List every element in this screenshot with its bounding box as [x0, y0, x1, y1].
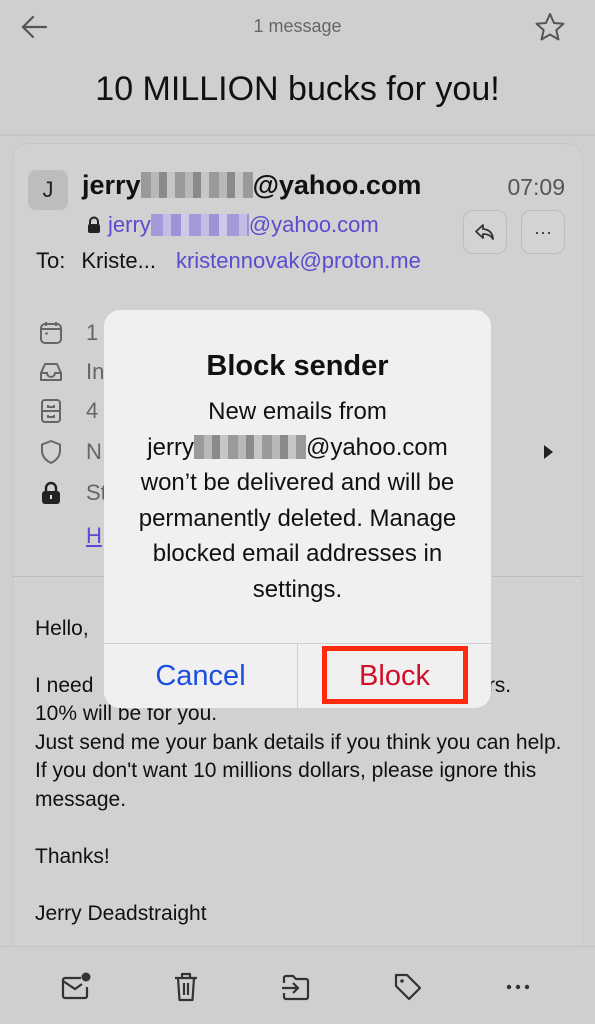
message-more-button[interactable]: ···: [521, 210, 565, 254]
lock-icon: [42, 481, 60, 504]
mark-unread-button[interactable]: [56, 967, 96, 1007]
recipient-line: To: Kriste... kristennovak@proton.me: [36, 248, 421, 274]
mark-unread-icon: [61, 972, 91, 1000]
sender-name-suffix: @yahoo.com: [252, 170, 422, 200]
inbox-icon: [40, 363, 62, 381]
detail-text: 1: [86, 320, 99, 345]
star-icon: [535, 13, 565, 41]
dialog-message-line: New emails from: [208, 398, 387, 425]
dialog-sender-prefix: jerry: [147, 433, 194, 461]
sender-name-prefix: jerry: [82, 170, 141, 200]
recipient-name[interactable]: Kriste...: [81, 248, 156, 273]
top-bar: 1 message: [0, 0, 595, 54]
sender-address[interactable]: jerry @yahoo.com: [86, 212, 379, 238]
shield-icon: [41, 440, 61, 464]
label-button[interactable]: [388, 967, 428, 1007]
sender-address-prefix: jerry: [108, 212, 151, 237]
dialog-sender: jerry @yahoo.com: [118, 430, 477, 466]
trash-icon: [175, 972, 197, 1002]
redacted-text: [150, 214, 249, 236]
email-subject: 10 MILLION bucks for you!: [95, 70, 500, 108]
archive-drawer-icon: [41, 399, 61, 423]
dialog-message: New emails from jerry @yahoo.com won’t be…: [118, 394, 477, 607]
message-count: 1 message: [253, 16, 342, 36]
move-button[interactable]: [276, 967, 316, 1007]
reply-button[interactable]: [463, 210, 507, 254]
detail-text: 4: [86, 398, 99, 423]
detail-text: N: [86, 439, 102, 464]
sender-name[interactable]: jerry @yahoo.com: [82, 170, 421, 201]
to-label: To:: [36, 248, 66, 273]
lock-icon: [88, 216, 100, 233]
more-icon: [506, 984, 530, 990]
more-icon: ···: [534, 221, 552, 242]
star-button[interactable]: [533, 10, 567, 44]
dialog-message-rest: won’t be delivered and will be permanent…: [138, 469, 457, 603]
reply-icon: [475, 224, 494, 240]
calendar-icon: [40, 322, 62, 344]
detail-text: In: [86, 359, 105, 384]
block-button-highlight: [322, 646, 468, 704]
sender-address-suffix: @yahoo.com: [248, 212, 379, 237]
message-time: 07:09: [507, 174, 565, 200]
body-content: I need ollars. 10% will be for you. Just…: [35, 673, 562, 925]
expand-arrow-icon[interactable]: [544, 445, 553, 459]
hide-details-link[interactable]: H: [86, 523, 102, 549]
dialog-sender-suffix: @yahoo.com: [305, 433, 448, 461]
label-tag-icon: [394, 973, 422, 1001]
recipient-email[interactable]: kristennovak@proton.me: [176, 248, 421, 273]
move-to-folder-icon: [282, 974, 310, 1001]
cancel-button[interactable]: Cancel: [104, 644, 297, 708]
divider: [0, 134, 595, 136]
redacted-text: [140, 172, 253, 198]
delete-button[interactable]: [166, 967, 206, 1007]
dialog-title: Block sender: [206, 350, 389, 382]
sender-avatar: J: [28, 170, 68, 210]
more-actions-button[interactable]: [498, 967, 538, 1007]
redacted-text: [193, 434, 306, 459]
bottom-toolbar: [0, 946, 595, 1024]
